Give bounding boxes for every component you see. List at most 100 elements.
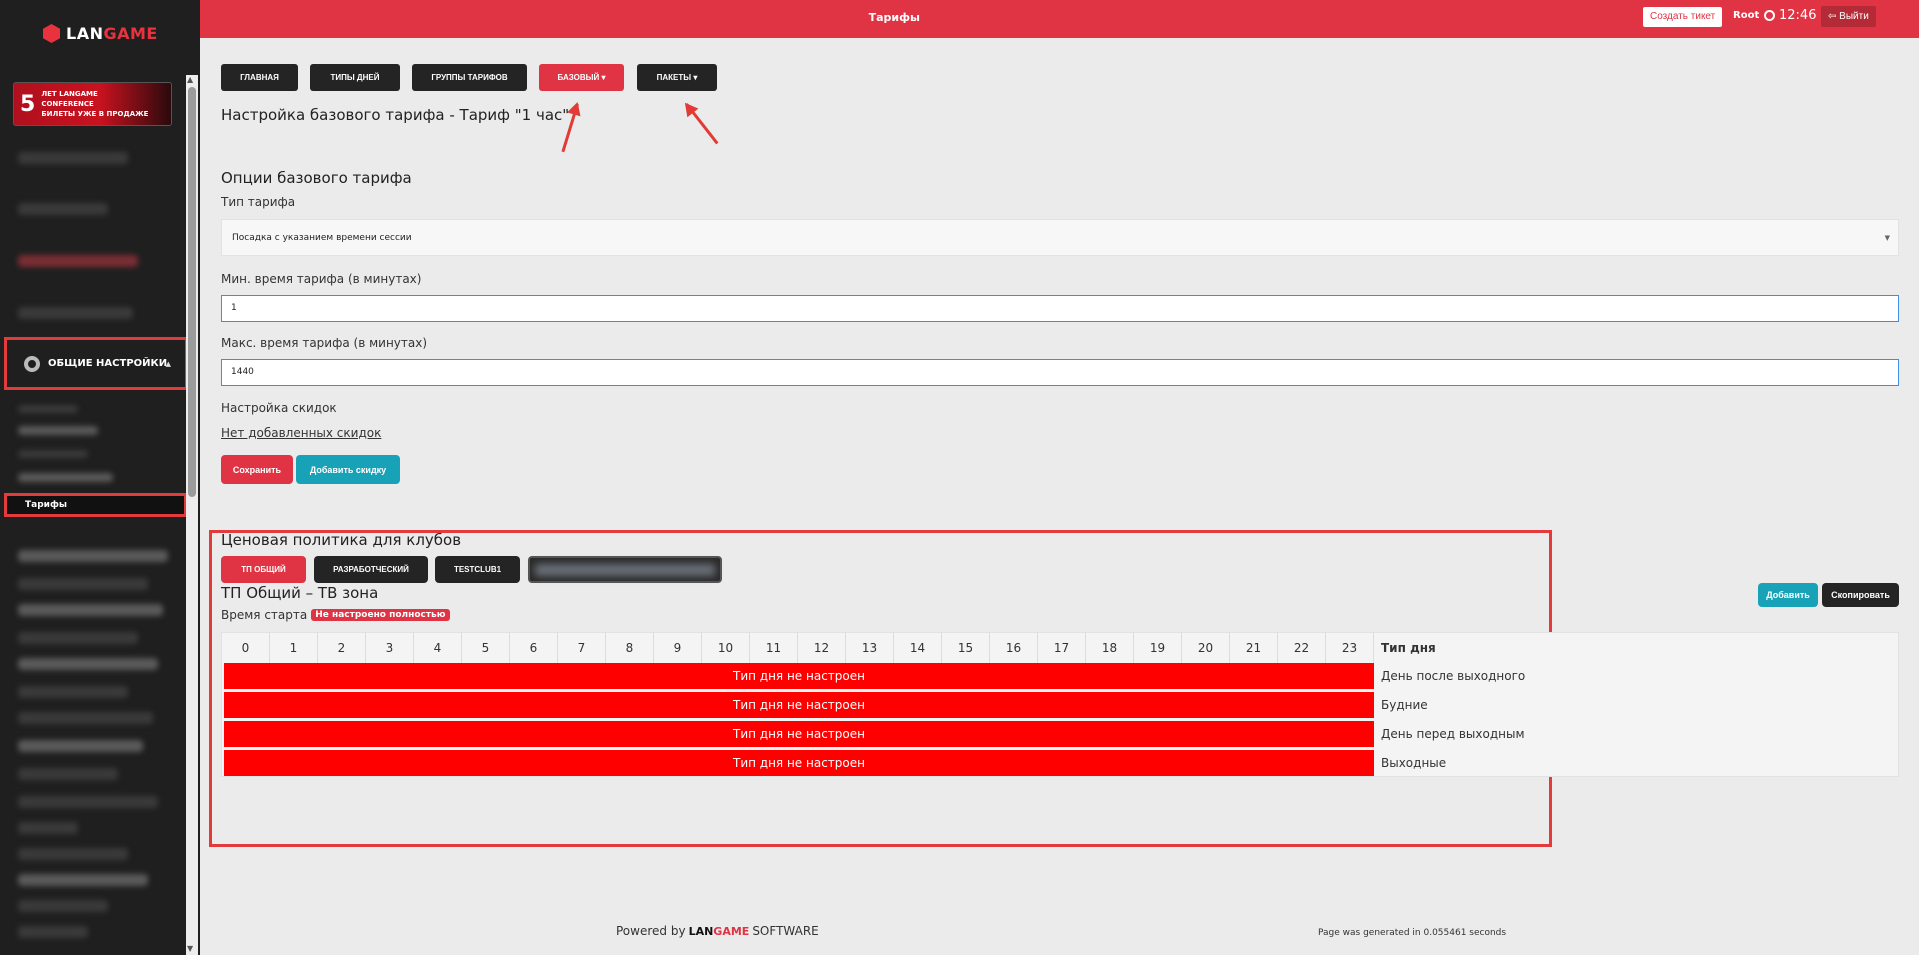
sidebar-subitem-obscured[interactable] [18, 450, 88, 458]
tariff-type-label: Тип тарифа [221, 195, 296, 209]
scroll-down-icon[interactable]: ▼ [187, 944, 193, 953]
tab-packages-dropdown[interactable]: ПАКЕТЫ ▾ [637, 64, 717, 91]
footer-powered-by: Powered by [616, 924, 686, 938]
min-time-input[interactable]: 1 [221, 295, 1899, 322]
sidebar-item-obscured[interactable] [18, 550, 168, 562]
sidebar-subitem-obscured[interactable] [18, 473, 113, 482]
sidebar-item-obscured[interactable] [18, 152, 128, 164]
sidebar-item-label: ОБЩИЕ НАСТРОЙКИ [48, 358, 168, 369]
tab-main[interactable]: ГЛАВНАЯ [221, 64, 298, 91]
sidebar-subitem-obscured[interactable] [18, 405, 78, 413]
hour-cell: 11 [750, 633, 798, 663]
sidebar: LANGAME 5 ЛЕТ LANGAME CONFERENCE БИЛЕТЫ … [0, 0, 200, 955]
tab-day-types[interactable]: ТИПЫ ДНЕЙ [310, 64, 400, 91]
sidebar-item-obscured[interactable] [18, 307, 133, 319]
sidebar-item-obscured[interactable] [18, 796, 158, 808]
gear-icon [24, 355, 40, 372]
save-button[interactable]: Сохранить [221, 455, 293, 484]
logo[interactable]: LANGAME [43, 24, 158, 43]
discounts-label: Настройка скидок [221, 401, 337, 415]
sidebar-item-general-settings[interactable]: ОБЩИЕ НАСТРОЙКИ ▲ [4, 337, 188, 390]
day-type-row-bar[interactable]: Тип дня не настроен [224, 663, 1374, 689]
sidebar-item-obscured[interactable] [18, 874, 148, 886]
start-time-label: Время старта [221, 608, 308, 622]
hour-cell: 20 [1182, 633, 1230, 663]
user-name[interactable]: Root [1733, 10, 1759, 21]
sidebar-item-obscured[interactable] [18, 768, 118, 780]
hour-cell: 13 [846, 633, 894, 663]
sidebar-item-obscured[interactable] [18, 926, 88, 938]
logo-icon [43, 24, 60, 43]
annotation-arrow [685, 103, 719, 145]
day-type-label: Выходные [1381, 756, 1447, 770]
no-discounts-link[interactable]: Нет добавленных скидок [221, 426, 381, 440]
max-time-input[interactable]: 1440 [221, 359, 1899, 386]
hour-cell: 2 [318, 633, 366, 663]
copy-button[interactable]: Скопировать [1822, 583, 1899, 607]
day-type-row-bar[interactable]: Тип дня не настроен [224, 721, 1374, 747]
sidebar-item-obscured[interactable] [18, 900, 108, 912]
sidebar-item-obscured[interactable] [18, 740, 143, 752]
sidebar-scrollbar[interactable]: ▲ ▼ [186, 75, 198, 955]
club-tab-obscured[interactable] [528, 556, 722, 583]
promo-number: 5 [20, 91, 36, 117]
day-type-header: Тип дня [1381, 641, 1436, 655]
sidebar-subitem-obscured[interactable] [18, 426, 98, 435]
tariff-type-select[interactable]: Посадка с указанием времени сессии ▼ [221, 219, 1899, 256]
status-badge: Не настроено полностью [311, 609, 450, 621]
promo-banner[interactable]: 5 ЛЕТ LANGAME CONFERENCE БИЛЕТЫ УЖЕ В ПР… [13, 82, 172, 126]
club-tab-developer[interactable]: РАЗРАБОТЧЕСКИЙ [314, 556, 428, 583]
sidebar-item-obscured[interactable] [18, 203, 108, 215]
sidebar-item-obscured[interactable] [18, 822, 78, 834]
hour-cell: 9 [654, 633, 702, 663]
tab-base-dropdown[interactable]: БАЗОВЫЙ ▾ [539, 64, 624, 91]
sidebar-item-obscured[interactable] [18, 604, 163, 616]
footer-software: SOFTWARE [752, 924, 819, 938]
top-bar: Тарифы Создать тикет Root 12:46 ⇦ Выйти [200, 0, 1919, 38]
sidebar-item-obscured[interactable] [18, 578, 148, 590]
hour-cell: 16 [990, 633, 1038, 663]
pricing-heading: Ценовая политика для клубов [221, 531, 462, 549]
options-heading: Опции базового тарифа [221, 169, 412, 187]
scroll-thumb[interactable] [188, 87, 196, 497]
sidebar-item-obscured[interactable] [18, 632, 138, 644]
hour-cell: 1 [270, 633, 318, 663]
day-type-row-bar[interactable]: Тип дня не настроен [224, 750, 1374, 776]
schedule-table: 0 1 2 3 4 5 6 7 8 9 10 11 12 13 14 15 16… [221, 632, 1899, 777]
hour-cell: 0 [222, 633, 270, 663]
add-discount-button[interactable]: Добавить скидку [296, 455, 400, 484]
chevron-down-icon: ▼ [1884, 234, 1890, 242]
caret-up-icon: ▲ [165, 360, 171, 368]
sidebar-item-obscured[interactable] [18, 255, 138, 267]
min-time-label: Мин. время тарифа (в минутах) [221, 272, 422, 286]
sidebar-item-obscured[interactable] [18, 658, 158, 670]
hours-header: 0 1 2 3 4 5 6 7 8 9 10 11 12 13 14 15 16… [222, 633, 1374, 663]
day-type-row-bar[interactable]: Тип дня не настроен [224, 692, 1374, 718]
hour-cell: 14 [894, 633, 942, 663]
page-header-title: Тарифы [868, 11, 920, 24]
hour-cell: 5 [462, 633, 510, 663]
hour-cell: 7 [558, 633, 606, 663]
sidebar-item-obscured[interactable] [18, 712, 153, 724]
tab-tariff-groups[interactable]: ГРУППЫ ТАРИФОВ [412, 64, 527, 91]
hour-cell: 22 [1278, 633, 1326, 663]
add-button[interactable]: Добавить [1758, 583, 1818, 607]
zone-title: ТП Общий – ТВ зона [221, 584, 379, 602]
hour-cell: 12 [798, 633, 846, 663]
sidebar-item-obscured[interactable] [18, 686, 128, 698]
clock-icon [1764, 10, 1775, 21]
sidebar-item-obscured[interactable] [18, 848, 128, 860]
clock-time: 12:46 [1779, 8, 1817, 23]
start-time-line: Время старта Не настроено полностью [221, 608, 450, 622]
club-tab-testclub1[interactable]: TESTCLUB1 [435, 556, 520, 583]
footer-powered: Powered by LANGAME SOFTWARE [616, 924, 819, 938]
scroll-up-icon[interactable]: ▲ [187, 75, 193, 84]
logout-icon: ⇦ [1828, 11, 1840, 22]
logout-button[interactable]: ⇦ Выйти [1821, 6, 1876, 27]
hour-cell: 3 [366, 633, 414, 663]
club-tab-tp-general[interactable]: ТП ОБЩИЙ [221, 556, 306, 583]
sidebar-item-tariffs[interactable]: Тарифы [4, 493, 187, 517]
create-ticket-button[interactable]: Создать тикет [1643, 7, 1723, 27]
hour-cell: 18 [1086, 633, 1134, 663]
hour-cell: 4 [414, 633, 462, 663]
